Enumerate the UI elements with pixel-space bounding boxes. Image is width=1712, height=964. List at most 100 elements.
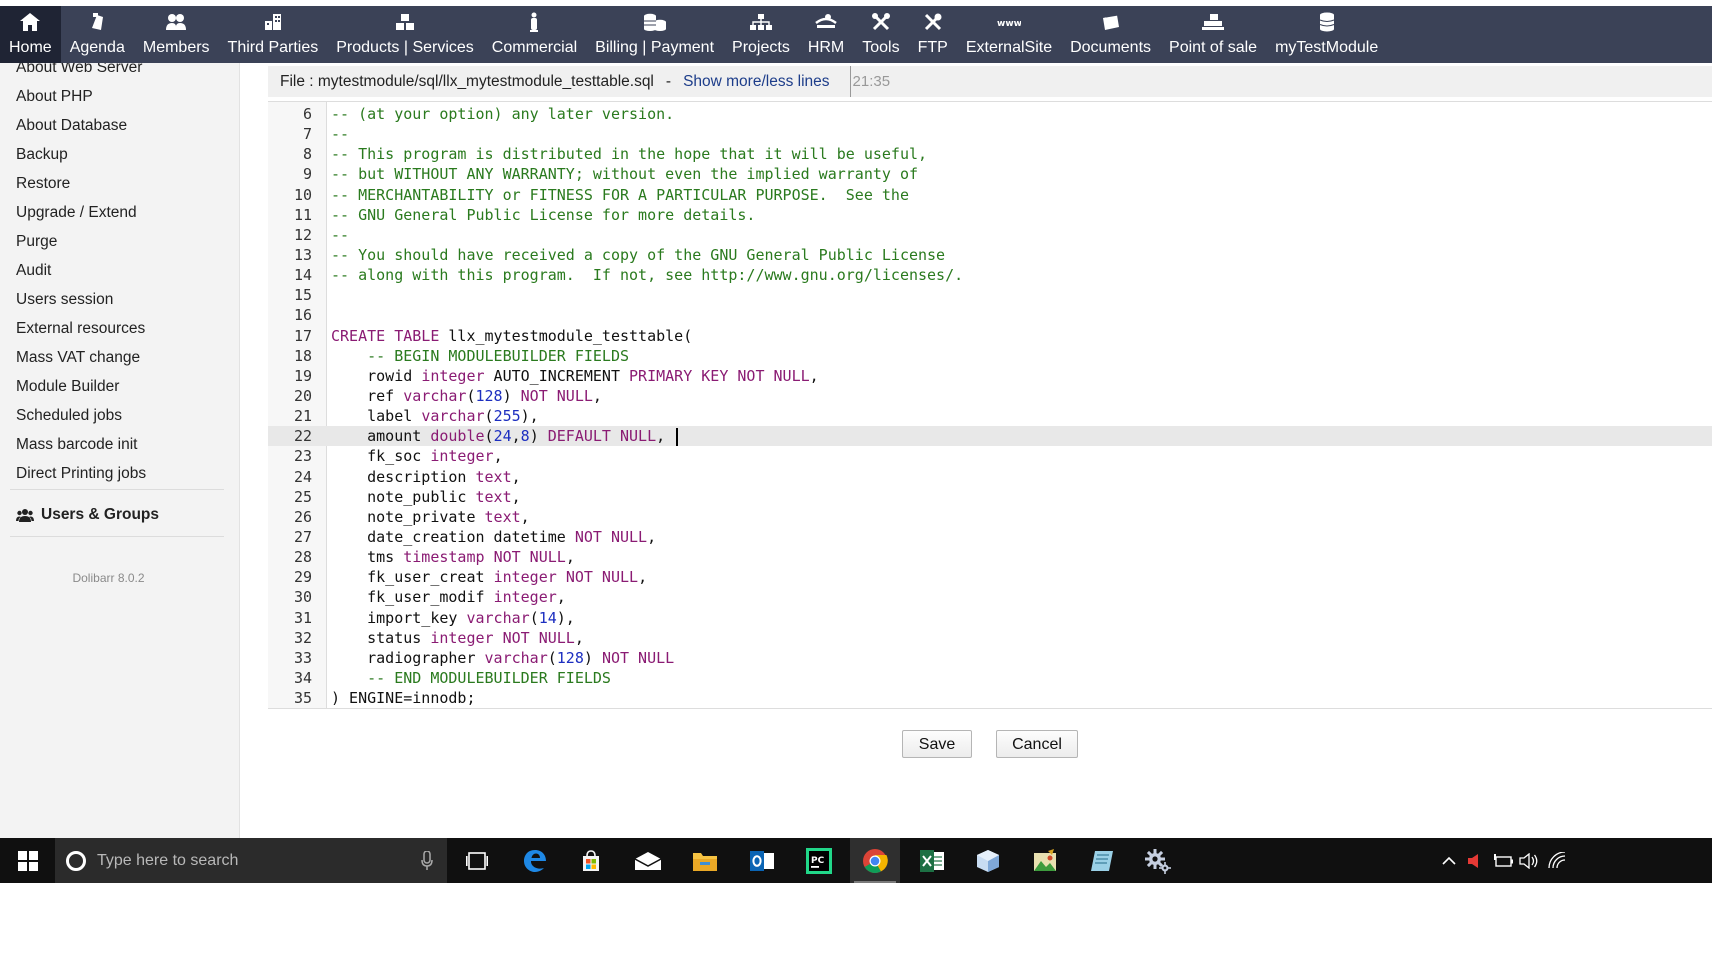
- code-line[interactable]: 26 note_private text,: [268, 507, 1712, 527]
- menu-item-about-php[interactable]: About PHP: [0, 82, 239, 111]
- code-line[interactable]: 23 fk_soc integer,: [268, 446, 1712, 466]
- menu-item-mass-barcode-init[interactable]: Mass barcode init: [0, 430, 239, 459]
- code-line[interactable]: 33 radiographer varchar(128) NOT NULL: [268, 648, 1712, 668]
- nav-ftp[interactable]: FTP: [909, 6, 957, 63]
- line-number: 13: [293, 245, 312, 264]
- code-line[interactable]: 25 note_public text,: [268, 487, 1712, 507]
- mail-icon[interactable]: [623, 838, 673, 883]
- code-line[interactable]: 30 fk_user_modif integer,: [268, 587, 1712, 607]
- image-editor-icon[interactable]: [1020, 838, 1070, 883]
- code-line[interactable]: 11 -- GNU General Public License for more…: [268, 205, 1712, 225]
- menu-item-external-resources[interactable]: External resources: [0, 314, 239, 343]
- excel-icon[interactable]: [907, 838, 957, 883]
- chrome-icon[interactable]: [850, 838, 900, 883]
- cancel-button[interactable]: Cancel: [996, 730, 1078, 758]
- menu-item-upgrade-extend[interactable]: Upgrade / Extend: [0, 198, 239, 227]
- nav-commercial[interactable]: Commercial: [483, 6, 586, 63]
- code-token-plain: ): [502, 386, 521, 405]
- code-line[interactable]: 7 --: [268, 124, 1712, 144]
- nav-members[interactable]: Members: [134, 6, 219, 63]
- menu-item-purge[interactable]: Purge: [0, 227, 239, 256]
- code-line[interactable]: 29 fk_user_creat integer NOT NULL,: [268, 567, 1712, 587]
- code-line[interactable]: 34 -- END MODULEBUILDER FIELDS: [268, 668, 1712, 688]
- nav-home[interactable]: Home: [0, 6, 61, 63]
- menu-item-restore[interactable]: Restore: [0, 169, 239, 198]
- taskbar-search-box[interactable]: Type here to search: [55, 838, 447, 883]
- wifi-icon[interactable]: [1544, 838, 1570, 883]
- code-area[interactable]: 6 -- (at your option) any later version. 7…: [268, 104, 1712, 708]
- menu-item-mass-vat-change[interactable]: Mass VAT change: [0, 343, 239, 372]
- outlook-icon[interactable]: [737, 838, 787, 883]
- pycharm-icon[interactable]: PC: [794, 838, 844, 883]
- code-line[interactable]: 35) ENGINE=innodb;: [268, 688, 1712, 708]
- nav-tools[interactable]: Tools: [853, 6, 908, 63]
- code-token-plain: (: [466, 386, 476, 405]
- hrm-icon: [814, 11, 838, 33]
- code-line[interactable]: 19 rowid integer AUTO_INCREMENT PRIMARY …: [268, 366, 1712, 386]
- menu-item-about-web-server[interactable]: About Web Server: [0, 63, 239, 82]
- start-button[interactable]: [0, 838, 55, 883]
- notepad-icon[interactable]: [1077, 838, 1127, 883]
- speaker-muted-icon[interactable]: [1462, 838, 1488, 883]
- menu-item-direct-printing-jobs[interactable]: Direct Printing jobs: [0, 459, 239, 488]
- code-token-plain: ,: [574, 628, 584, 647]
- battery-icon[interactable]: [1490, 838, 1516, 883]
- code-token-plain: ,: [511, 427, 521, 446]
- code-line[interactable]: 21 label varchar(255),: [268, 406, 1712, 426]
- code-token-comment: -- (at your option) any later version.: [331, 105, 675, 123]
- code-line[interactable]: 27 date_creation datetime NOT NULL,: [268, 527, 1712, 547]
- menu-item-module-builder[interactable]: Module Builder: [0, 372, 239, 401]
- nav-products-services[interactable]: Products | Services: [327, 6, 483, 63]
- microphone-icon[interactable]: [421, 850, 433, 876]
- nav-point-of-sale[interactable]: Point of sale: [1160, 6, 1266, 63]
- code-line[interactable]: 14 -- along with this program. If not, se…: [268, 265, 1712, 285]
- code-line[interactable]: 17 CREATE TABLE llx_mytestmodule_testtabl…: [268, 326, 1712, 346]
- code-line[interactable]: 32 status integer NOT NULL,: [268, 628, 1712, 648]
- code-line[interactable]: 20 ref varchar(128) NOT NULL,: [268, 386, 1712, 406]
- code-line[interactable]: 12 --: [268, 225, 1712, 245]
- task-view-icon[interactable]: [452, 838, 502, 883]
- code-token-plain: ,: [638, 568, 648, 587]
- save-button[interactable]: Save: [902, 730, 972, 758]
- code-text: radiographer varchar(128) NOT NULL: [331, 648, 674, 668]
- nav-billing-payment[interactable]: Billing | Payment: [586, 6, 723, 63]
- nav-third-parties[interactable]: Third Parties: [219, 6, 328, 63]
- code-line[interactable]: 13 -- You should have received a copy of …: [268, 245, 1712, 265]
- cube-app-icon[interactable]: [963, 838, 1013, 883]
- code-line[interactable]: 9 -- but WITHOUT ANY WARRANTY; without ev…: [268, 164, 1712, 184]
- code-line[interactable]: 16: [268, 305, 1712, 325]
- nav-agenda[interactable]: Agenda: [61, 6, 134, 63]
- menu-item-audit[interactable]: Audit: [0, 256, 239, 285]
- edge-icon[interactable]: [510, 838, 560, 883]
- code-line[interactable]: 24 description text,: [268, 467, 1712, 487]
- volume-icon[interactable]: [1516, 838, 1542, 883]
- menu-item-backup[interactable]: Backup: [0, 140, 239, 169]
- menu-item-scheduled-jobs[interactable]: Scheduled jobs: [0, 401, 239, 430]
- nav-mytestmodule[interactable]: myTestModule: [1266, 6, 1387, 63]
- code-line[interactable]: 31 import_key varchar(14),: [268, 608, 1712, 628]
- code-line[interactable]: 22 amount double(24,8) DEFAULT NULL,: [268, 426, 1712, 447]
- code-token-plain: ,: [647, 527, 657, 546]
- chevron-up-icon[interactable]: [1436, 838, 1462, 883]
- code-line[interactable]: 28 tms timestamp NOT NULL,: [268, 547, 1712, 567]
- store-icon[interactable]: [566, 838, 616, 883]
- menu-group-users-groups[interactable]: Users & Groups: [16, 504, 159, 526]
- menu-item-about-database[interactable]: About Database: [0, 111, 239, 140]
- menu-item-users-session[interactable]: Users session: [0, 285, 239, 314]
- code-line[interactable]: 18 -- BEGIN MODULEBUILDER FIELDS: [268, 346, 1712, 366]
- show-more-less-lines-link[interactable]: Show more/less lines: [683, 73, 829, 91]
- file-header-separator: -: [665, 72, 672, 90]
- file-time: 21:35: [849, 66, 890, 97]
- code-line[interactable]: 15: [268, 285, 1712, 305]
- nav-hrm[interactable]: HRM: [799, 6, 853, 63]
- code-line[interactable]: 10 -- MERCHANTABILITY or FITNESS FOR A PA…: [268, 185, 1712, 205]
- code-token-keyword: CREATE: [331, 326, 386, 345]
- code-editor[interactable]: 6 -- (at your option) any later version. 7…: [268, 101, 1712, 709]
- nav-projects[interactable]: Projects: [723, 6, 799, 63]
- settings-icon[interactable]: [1133, 838, 1183, 883]
- code-line[interactable]: 6 -- (at your option) any later version.: [268, 104, 1712, 124]
- nav-documents[interactable]: Documents: [1061, 6, 1160, 63]
- nav-externalsite[interactable]: www ExternalSite: [957, 6, 1061, 63]
- code-line[interactable]: 8 -- This program is distributed in the h…: [268, 144, 1712, 164]
- file-explorer-icon[interactable]: [680, 838, 730, 883]
